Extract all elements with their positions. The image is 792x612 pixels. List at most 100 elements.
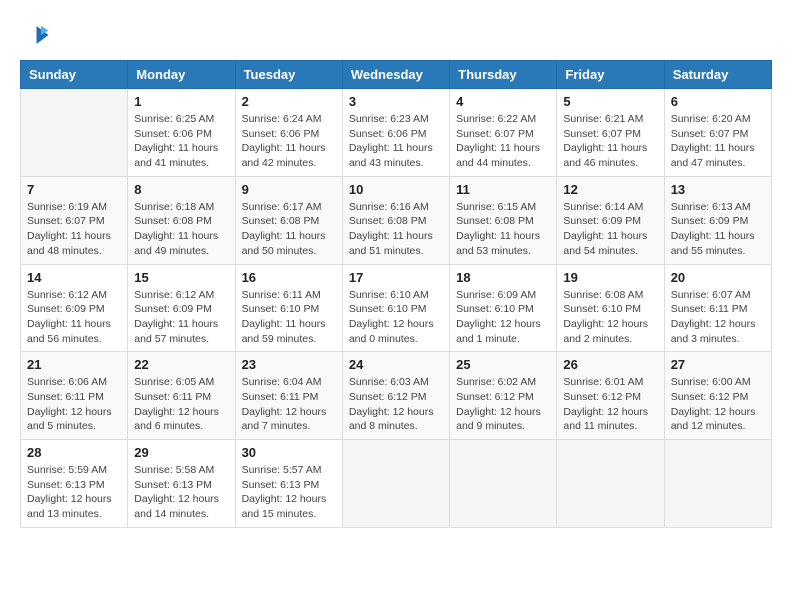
day-number: 28 [27, 445, 121, 460]
day-number: 29 [134, 445, 228, 460]
logo-icon [20, 20, 50, 50]
day-info: Sunrise: 6:08 AM Sunset: 6:10 PM Dayligh… [563, 288, 657, 347]
day-number: 25 [456, 357, 550, 372]
day-info: Sunrise: 6:11 AM Sunset: 6:10 PM Dayligh… [242, 288, 336, 347]
day-number: 24 [349, 357, 443, 372]
day-number: 6 [671, 94, 765, 109]
calendar-cell: 29 Sunrise: 5:58 AM Sunset: 6:13 PM Dayli… [128, 440, 235, 528]
day-info: Sunrise: 6:17 AM Sunset: 6:08 PM Dayligh… [242, 200, 336, 259]
day-info: Sunrise: 6:19 AM Sunset: 6:07 PM Dayligh… [27, 200, 121, 259]
day-info: Sunrise: 6:18 AM Sunset: 6:08 PM Dayligh… [134, 200, 228, 259]
calendar-cell: 10 Sunrise: 6:16 AM Sunset: 6:08 PM Dayli… [342, 176, 449, 264]
calendar-cell: 30 Sunrise: 5:57 AM Sunset: 6:13 PM Dayli… [235, 440, 342, 528]
page-header [20, 20, 772, 50]
calendar-cell: 20 Sunrise: 6:07 AM Sunset: 6:11 PM Dayli… [664, 264, 771, 352]
calendar-cell [557, 440, 664, 528]
calendar-week-5: 28 Sunrise: 5:59 AM Sunset: 6:13 PM Dayli… [21, 440, 772, 528]
day-info: Sunrise: 6:07 AM Sunset: 6:11 PM Dayligh… [671, 288, 765, 347]
calendar-cell: 7 Sunrise: 6:19 AM Sunset: 6:07 PM Daylig… [21, 176, 128, 264]
calendar-cell: 4Sunrise: 6:22 AM Sunset: 6:07 PM Daylig… [450, 89, 557, 177]
weekday-header-row: SundayMondayTuesdayWednesdayThursdayFrid… [21, 61, 772, 89]
day-number: 20 [671, 270, 765, 285]
day-info: Sunrise: 6:04 AM Sunset: 6:11 PM Dayligh… [242, 375, 336, 434]
day-number: 21 [27, 357, 121, 372]
day-info: Sunrise: 5:59 AM Sunset: 6:13 PM Dayligh… [27, 463, 121, 522]
calendar-week-4: 21 Sunrise: 6:06 AM Sunset: 6:11 PM Dayli… [21, 352, 772, 440]
day-info: Sunrise: 6:05 AM Sunset: 6:11 PM Dayligh… [134, 375, 228, 434]
day-info: Sunrise: 6:10 AM Sunset: 6:10 PM Dayligh… [349, 288, 443, 347]
day-number: 18 [456, 270, 550, 285]
calendar-cell: 21 Sunrise: 6:06 AM Sunset: 6:11 PM Dayli… [21, 352, 128, 440]
weekday-header-tuesday: Tuesday [235, 61, 342, 89]
calendar-cell: 24 Sunrise: 6:03 AM Sunset: 6:12 PM Dayli… [342, 352, 449, 440]
day-info: Sunrise: 6:09 AM Sunset: 6:10 PM Dayligh… [456, 288, 550, 347]
day-info: Sunrise: 6:00 AM Sunset: 6:12 PM Dayligh… [671, 375, 765, 434]
calendar-cell: 8 Sunrise: 6:18 AM Sunset: 6:08 PM Daylig… [128, 176, 235, 264]
day-info: Sunrise: 5:57 AM Sunset: 6:13 PM Dayligh… [242, 463, 336, 522]
day-number: 3 [349, 94, 443, 109]
day-info: Sunrise: 6:23 AM Sunset: 6:06 PM Dayligh… [349, 112, 443, 171]
day-number: 7 [27, 182, 121, 197]
calendar-table: SundayMondayTuesdayWednesdayThursdayFrid… [20, 60, 772, 528]
calendar-cell: 18 Sunrise: 6:09 AM Sunset: 6:10 PM Dayli… [450, 264, 557, 352]
calendar-cell: 27 Sunrise: 6:00 AM Sunset: 6:12 PM Dayli… [664, 352, 771, 440]
day-number: 15 [134, 270, 228, 285]
calendar-cell: 22 Sunrise: 6:05 AM Sunset: 6:11 PM Dayli… [128, 352, 235, 440]
calendar-cell [342, 440, 449, 528]
calendar-header: SundayMondayTuesdayWednesdayThursdayFrid… [21, 61, 772, 89]
day-info: Sunrise: 5:58 AM Sunset: 6:13 PM Dayligh… [134, 463, 228, 522]
day-number: 23 [242, 357, 336, 372]
day-info: Sunrise: 6:15 AM Sunset: 6:08 PM Dayligh… [456, 200, 550, 259]
calendar-cell: 5 Sunrise: 6:21 AM Sunset: 6:07 PM Daylig… [557, 89, 664, 177]
day-info: Sunrise: 6:20 AM Sunset: 6:07 PM Dayligh… [671, 112, 765, 171]
calendar-cell [664, 440, 771, 528]
logo [20, 20, 54, 50]
day-number: 22 [134, 357, 228, 372]
calendar-cell: 2 Sunrise: 6:24 AM Sunset: 6:06 PM Daylig… [235, 89, 342, 177]
day-number: 30 [242, 445, 336, 460]
day-number: 9 [242, 182, 336, 197]
day-info: Sunrise: 6:16 AM Sunset: 6:08 PM Dayligh… [349, 200, 443, 259]
day-number: 14 [27, 270, 121, 285]
calendar-body: 1 Sunrise: 6:25 AM Sunset: 6:06 PM Daylig… [21, 89, 772, 528]
day-number: 1 [134, 94, 228, 109]
day-number: 10 [349, 182, 443, 197]
day-info: Sunrise: 6:14 AM Sunset: 6:09 PM Dayligh… [563, 200, 657, 259]
day-info: Sunrise: 6:21 AM Sunset: 6:07 PM Dayligh… [563, 112, 657, 171]
day-number: 26 [563, 357, 657, 372]
day-info: Sunrise: 6:25 AM Sunset: 6:06 PM Dayligh… [134, 112, 228, 171]
calendar-cell: 13Sunrise: 6:13 AM Sunset: 6:09 PM Dayli… [664, 176, 771, 264]
calendar-cell: 11 Sunrise: 6:15 AM Sunset: 6:08 PM Dayli… [450, 176, 557, 264]
calendar-cell: 14 Sunrise: 6:12 AM Sunset: 6:09 PM Dayli… [21, 264, 128, 352]
day-number: 19 [563, 270, 657, 285]
day-number: 5 [563, 94, 657, 109]
calendar-cell [450, 440, 557, 528]
day-number: 11 [456, 182, 550, 197]
day-info: Sunrise: 6:24 AM Sunset: 6:06 PM Dayligh… [242, 112, 336, 171]
calendar-cell: 6 Sunrise: 6:20 AM Sunset: 6:07 PM Daylig… [664, 89, 771, 177]
calendar-cell [21, 89, 128, 177]
calendar-cell: 25 Sunrise: 6:02 AM Sunset: 6:12 PM Dayli… [450, 352, 557, 440]
day-number: 27 [671, 357, 765, 372]
calendar-cell: 17 Sunrise: 6:10 AM Sunset: 6:10 PM Dayli… [342, 264, 449, 352]
calendar-cell: 26Sunrise: 6:01 AM Sunset: 6:12 PM Dayli… [557, 352, 664, 440]
calendar-cell: 23 Sunrise: 6:04 AM Sunset: 6:11 PM Dayli… [235, 352, 342, 440]
day-info: Sunrise: 6:06 AM Sunset: 6:11 PM Dayligh… [27, 375, 121, 434]
day-number: 2 [242, 94, 336, 109]
day-number: 13 [671, 182, 765, 197]
day-number: 16 [242, 270, 336, 285]
weekday-header-saturday: Saturday [664, 61, 771, 89]
day-number: 8 [134, 182, 228, 197]
calendar-cell: 15 Sunrise: 6:12 AM Sunset: 6:09 PM Dayli… [128, 264, 235, 352]
day-info: Sunrise: 6:02 AM Sunset: 6:12 PM Dayligh… [456, 375, 550, 434]
day-number: 17 [349, 270, 443, 285]
calendar-cell: 28 Sunrise: 5:59 AM Sunset: 6:13 PM Dayli… [21, 440, 128, 528]
calendar-cell: 16 Sunrise: 6:11 AM Sunset: 6:10 PM Dayli… [235, 264, 342, 352]
calendar-cell: 1 Sunrise: 6:25 AM Sunset: 6:06 PM Daylig… [128, 89, 235, 177]
day-number: 4 [456, 94, 550, 109]
calendar-week-3: 14 Sunrise: 6:12 AM Sunset: 6:09 PM Dayli… [21, 264, 772, 352]
day-info: Sunrise: 6:12 AM Sunset: 6:09 PM Dayligh… [134, 288, 228, 347]
day-info: Sunrise: 6:03 AM Sunset: 6:12 PM Dayligh… [349, 375, 443, 434]
weekday-header-friday: Friday [557, 61, 664, 89]
day-info: Sunrise: 6:12 AM Sunset: 6:09 PM Dayligh… [27, 288, 121, 347]
